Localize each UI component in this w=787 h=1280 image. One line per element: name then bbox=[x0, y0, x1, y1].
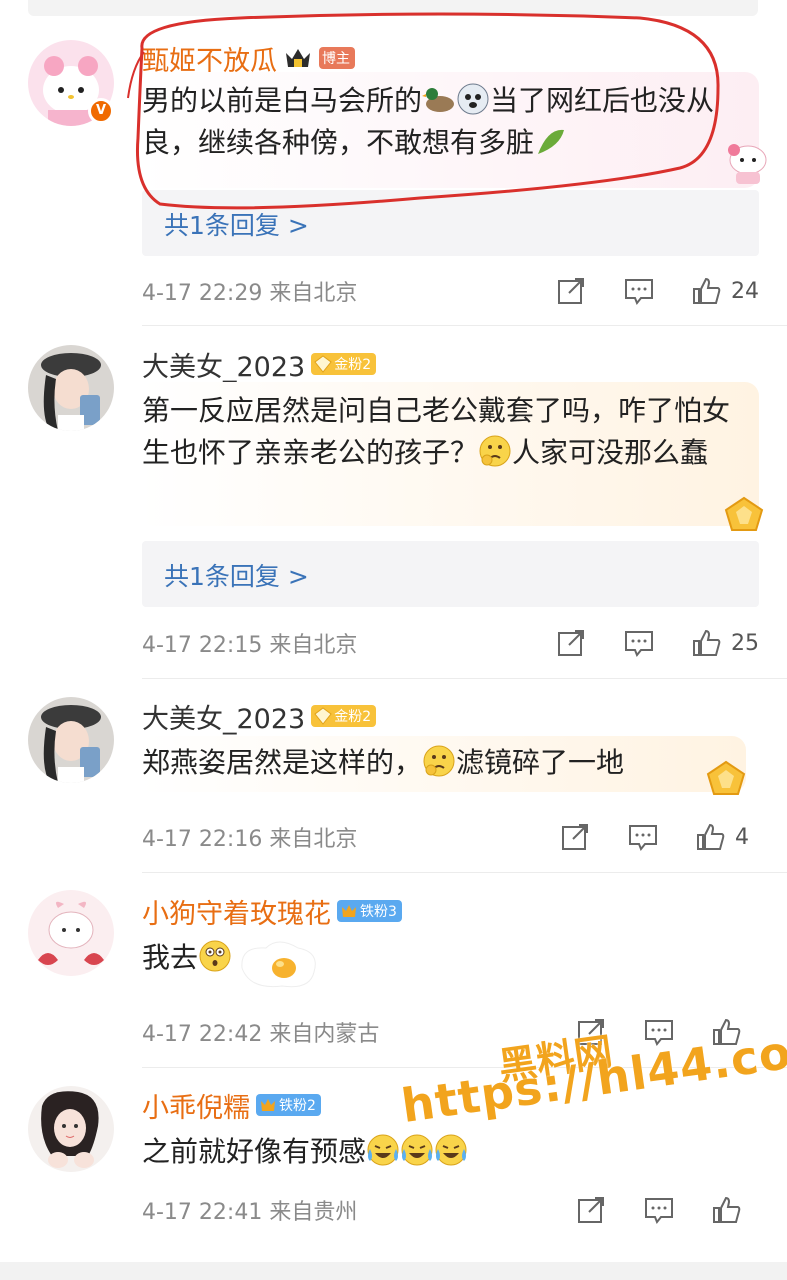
replies-link[interactable]: 共1条回复 > bbox=[142, 541, 759, 607]
previous-item-edge bbox=[28, 0, 758, 16]
fried-egg-sticker-icon bbox=[241, 941, 316, 988]
verified-badge-icon: V bbox=[88, 98, 114, 124]
comment-text: 第一反应居然是问自己老公戴套了吗，咋了怕女生也怀了亲亲老公的孩子？ 人家可没那么蠢 bbox=[142, 394, 731, 469]
comment-text: 男的以前是白马会所的 当了网红后也没从良，继续各种傍，不敢想有多脏 bbox=[142, 83, 715, 159]
crown-icon bbox=[286, 49, 310, 67]
husky-emoji-icon bbox=[457, 83, 489, 115]
comment-timestamp-location: 4-17 22:41 来自贵州 bbox=[142, 1200, 358, 1225]
like-icon[interactable] bbox=[691, 627, 723, 659]
avatar[interactable] bbox=[28, 697, 114, 783]
share-icon[interactable] bbox=[575, 1194, 607, 1226]
gold-fan-diamond-icon bbox=[724, 496, 764, 531]
username[interactable]: 大美女_2023 bbox=[142, 345, 305, 384]
share-icon[interactable] bbox=[555, 275, 587, 307]
comment-timestamp-location: 4-17 22:15 来自北京 bbox=[142, 633, 358, 658]
avatar[interactable] bbox=[28, 890, 114, 976]
comment-icon[interactable] bbox=[643, 1194, 675, 1226]
fan-level-badge: 铁粉2 bbox=[256, 1094, 321, 1116]
share-icon[interactable] bbox=[555, 627, 587, 659]
divider bbox=[142, 325, 787, 326]
comment-text: 之前就好像有预感 bbox=[142, 1131, 742, 1173]
laughing-tears-emoji-icon bbox=[435, 1134, 467, 1166]
like-count: 25 bbox=[731, 630, 759, 656]
comment-icon[interactable] bbox=[643, 1016, 675, 1048]
divider bbox=[142, 678, 787, 679]
username[interactable]: 小狗守着玫瑰花 bbox=[142, 892, 331, 931]
username[interactable]: 小乖倪糯 bbox=[142, 1086, 250, 1125]
diamond-icon bbox=[314, 355, 332, 373]
like-count: 4 bbox=[735, 824, 749, 850]
share-icon[interactable] bbox=[575, 1016, 607, 1048]
like-icon[interactable] bbox=[711, 1016, 743, 1048]
fan-level-badge: 金粉2 bbox=[311, 353, 377, 375]
like-icon[interactable] bbox=[691, 275, 723, 307]
crown-badge-icon bbox=[261, 1099, 275, 1111]
username[interactable]: 大美女_2023 bbox=[142, 697, 305, 736]
crown-badge-icon bbox=[342, 905, 356, 917]
comment-timestamp-location: 4-17 22:42 来自内蒙古 bbox=[142, 1022, 380, 1047]
like-icon[interactable] bbox=[695, 821, 727, 853]
laughing-tears-emoji-icon bbox=[367, 1134, 399, 1166]
comment-icon[interactable] bbox=[623, 275, 655, 307]
share-icon[interactable] bbox=[559, 821, 591, 853]
comment-icon[interactable] bbox=[627, 821, 659, 853]
laughing-tears-emoji-icon bbox=[401, 1134, 433, 1166]
blogger-badge: 博主 bbox=[319, 47, 355, 69]
thinking-emoji-icon bbox=[479, 435, 511, 467]
avatar[interactable] bbox=[28, 1086, 114, 1172]
comment-text: 郑燕姿居然是这样的， 滤镜碎了一地 bbox=[142, 745, 625, 779]
comment-icon[interactable] bbox=[623, 627, 655, 659]
replies-link[interactable]: 共1条回复 > bbox=[142, 190, 759, 256]
duck-emoji-icon bbox=[422, 88, 455, 112]
divider bbox=[142, 872, 787, 873]
fan-level-badge: 铁粉3 bbox=[337, 900, 402, 922]
bottom-edge bbox=[0, 1262, 787, 1280]
like-count: 24 bbox=[731, 278, 759, 304]
comment-timestamp-location: 4-17 22:16 来自北京 bbox=[142, 827, 358, 852]
like-icon[interactable] bbox=[711, 1194, 743, 1226]
comment-timestamp-location: 4-17 22:29 来自北京 bbox=[142, 281, 358, 306]
divider bbox=[142, 1067, 787, 1068]
fan-level-badge: 金粉2 bbox=[311, 705, 377, 727]
thinking-emoji-icon bbox=[423, 745, 455, 777]
diamond-icon bbox=[314, 707, 332, 725]
shocked-emoji-icon bbox=[199, 940, 231, 972]
leaf-emoji-icon bbox=[538, 129, 565, 154]
avatar[interactable] bbox=[28, 345, 114, 431]
